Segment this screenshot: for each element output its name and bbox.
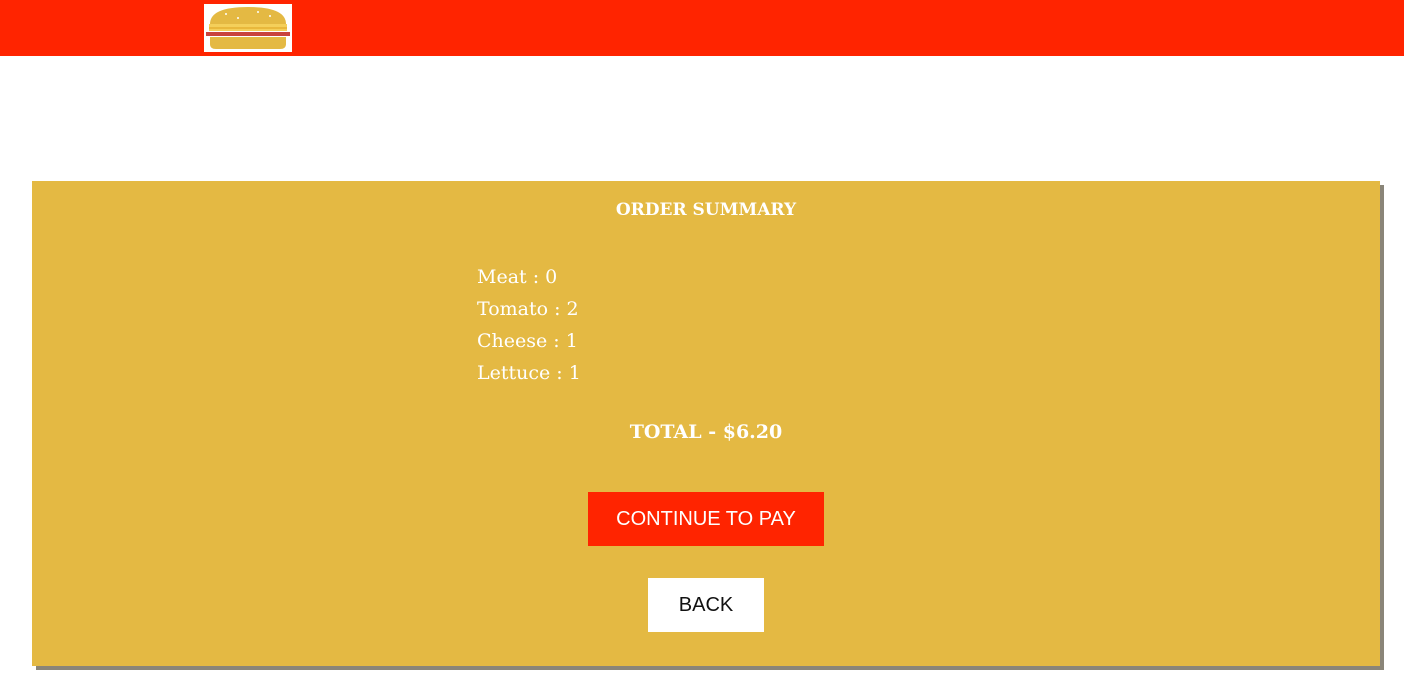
ingredient-item-lettuce: Lettuce : 1 bbox=[477, 362, 581, 384]
ingredient-item-tomato: Tomato : 2 bbox=[477, 298, 579, 320]
ingredient-item-cheese: Cheese : 1 bbox=[477, 330, 578, 352]
order-summary-title: ORDER SUMMARY bbox=[615, 200, 797, 220]
ingredient-item-meat: Meat : 0 bbox=[477, 266, 558, 288]
ingredient-list: Meat : 0 Tomato : 2 Cheese : 1 Lettuce :… bbox=[477, 261, 581, 389]
continue-to-pay-button[interactable]: CONTINUE TO PAY bbox=[588, 492, 824, 546]
burger-logo-graphic bbox=[206, 7, 290, 49]
back-button[interactable]: BACK bbox=[648, 578, 764, 632]
order-total: TOTAL - $6.20 bbox=[629, 421, 783, 443]
burger-logo-icon[interactable] bbox=[204, 4, 292, 52]
top-navbar bbox=[0, 0, 1404, 56]
